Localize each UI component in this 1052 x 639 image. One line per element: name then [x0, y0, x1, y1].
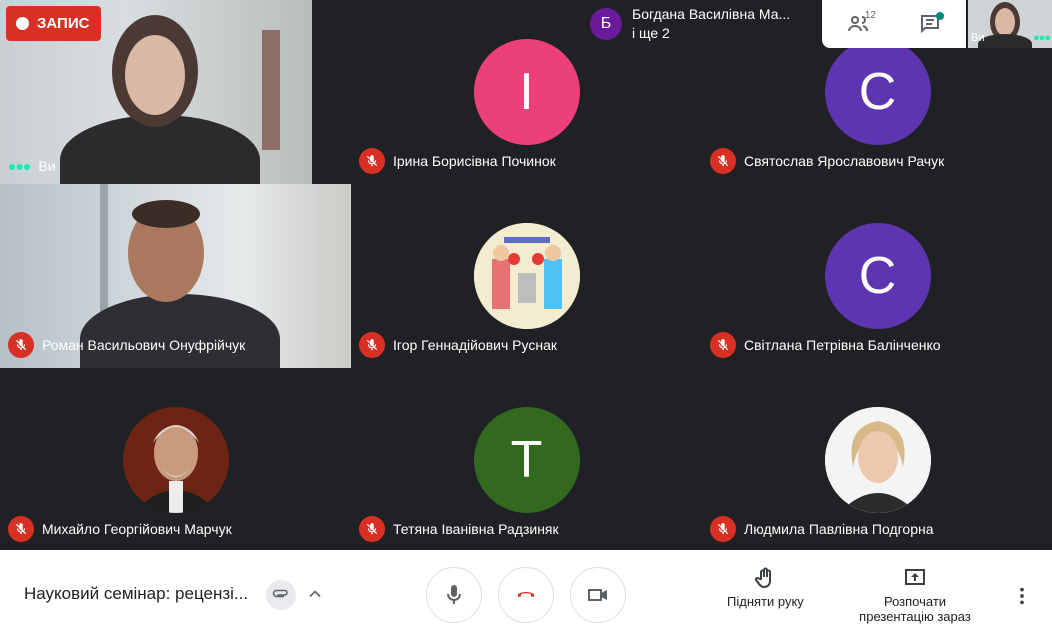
background-shelf — [262, 30, 280, 150]
recording-dot-icon — [16, 17, 29, 30]
self-name: Ви — [38, 158, 56, 174]
raise-hand-label: Підняти руку — [727, 594, 804, 609]
chevron-up-icon — [309, 590, 321, 598]
participant-namebar: Роман Васильович Онуфрійчук — [8, 332, 245, 358]
participant-name: Ігор Геннадійович Руснак — [393, 337, 557, 353]
participant-avatar — [824, 407, 931, 513]
people-count: 12 — [864, 10, 876, 21]
leave-call-button[interactable] — [498, 567, 554, 623]
participant-namebar: Святослав Ярославович Рачук — [710, 148, 944, 174]
participant-namebar: Тетяна Іванівна Радзиняк — [359, 516, 559, 542]
attachment-button[interactable] — [266, 580, 296, 610]
bottom-toolbar: Науковий семінар: рецензі... Підняти рук… — [0, 550, 1052, 639]
attachment-icon — [272, 589, 288, 598]
mic-off-icon — [359, 148, 385, 174]
camera-icon — [588, 589, 607, 601]
presenter-others: і ще 2 — [632, 25, 670, 41]
meeting-title[interactable]: Науковий семінар: рецензі... — [24, 584, 248, 604]
people-button[interactable]: 12 — [838, 4, 878, 44]
mic-off-icon — [710, 332, 736, 358]
self-video-tile[interactable]: ЗАПИС ●●● Ви — [0, 0, 312, 184]
audio-level-icon: ●●● — [1033, 32, 1051, 44]
self-person-face — [125, 35, 185, 115]
participant-avatar — [122, 407, 229, 513]
recording-label: ЗАПИС — [37, 15, 90, 32]
participant-name: Тетяна Іванівна Радзиняк — [393, 521, 559, 537]
participant-avatar: І — [473, 39, 580, 145]
microphone-button[interactable] — [426, 567, 482, 623]
more-vert-icon — [1020, 587, 1024, 605]
participant-name: Людмила Павлівна Подгорна — [744, 521, 934, 537]
participant-tile[interactable]: Михайло Георгійович Марчук — [0, 368, 351, 552]
present-screen-icon — [905, 569, 925, 585]
mic-off-icon — [710, 148, 736, 174]
participant-namebar: Михайло Георгійович Марчук — [8, 516, 232, 542]
microphone-icon — [447, 585, 461, 604]
participant-photo — [122, 407, 229, 513]
top-panel: 12 — [822, 0, 966, 48]
recording-badge: ЗАПИС — [6, 6, 102, 41]
chat-button[interactable] — [910, 4, 950, 44]
presenter-chip-text: Богдана Василівна Ма... і ще 2 — [632, 5, 790, 43]
camera-button[interactable] — [570, 567, 626, 623]
self-mini-body — [978, 34, 1032, 48]
video-grid: ЗАПИС ●●● Ви І Ірина Борисівна Починок С… — [0, 0, 1052, 552]
participant-name: Святослав Ярославович Рачук — [744, 153, 945, 169]
mic-off-icon — [359, 332, 385, 358]
hand-icon — [755, 567, 772, 589]
cartoon-avatar-image — [473, 223, 580, 329]
audio-level-icon: ●●● — [8, 158, 31, 174]
mic-off-icon — [8, 516, 34, 542]
participant-tile[interactable]: Т Тетяна Іванівна Радзиняк — [351, 368, 702, 552]
present-now-button[interactable]: Розпочати презентацію зараз — [856, 566, 974, 624]
participant-person-hair — [132, 200, 200, 228]
participant-tile[interactable]: Людмила Павлівна Подгорна — [702, 368, 1052, 552]
participant-name: Михайло Георгійович Марчук — [42, 521, 232, 537]
participant-avatar: С — [824, 39, 931, 145]
participant-namebar: Ірина Борисівна Починок — [359, 148, 556, 174]
participant-avatar — [473, 223, 580, 329]
participant-namebar: Людмила Павлівна Подгорна — [710, 516, 934, 542]
participant-avatar: С — [824, 223, 931, 329]
meeting-details-toggle[interactable] — [302, 581, 328, 607]
mic-off-icon — [710, 516, 736, 542]
participant-video-tile[interactable]: Роман Васильович Онуфрійчук — [0, 184, 351, 368]
mic-off-icon — [359, 516, 385, 542]
participant-namebar: Світлана Петрівна Балінченко — [710, 332, 941, 358]
self-preview[interactable]: Ви ●●● — [968, 0, 1052, 48]
participant-avatar: Т — [473, 407, 580, 513]
participant-name: Світлана Петрівна Балінченко — [744, 337, 941, 353]
participant-name: Ірина Борисівна Починок — [393, 153, 556, 169]
participant-name: Роман Васильович Онуфрійчук — [42, 337, 246, 353]
participant-tile[interactable]: Ігор Геннадійович Руснак — [351, 184, 702, 368]
present-label-line1: Розпочати — [883, 594, 947, 609]
mic-off-icon — [8, 332, 34, 358]
raise-hand-button[interactable]: Підняти руку — [727, 566, 804, 609]
present-label-line2: презентацію зараз — [859, 609, 971, 624]
participant-photo — [824, 407, 931, 513]
hang-up-icon — [518, 592, 534, 597]
presenter-chip[interactable]: Б Богдана Василівна Ма... і ще 2 — [582, 0, 822, 48]
self-mini-face — [995, 8, 1015, 36]
participant-tile[interactable]: С Світлана Петрівна Балінченко — [702, 184, 1052, 368]
participant-namebar: Ігор Геннадійович Руснак — [359, 332, 557, 358]
self-namebar: ●●● Ви — [8, 158, 56, 174]
presenter-name: Богдана Василівна Ма... — [632, 6, 791, 22]
more-options-button[interactable] — [1010, 584, 1034, 608]
self-mini-label: Ви — [971, 32, 985, 44]
chat-unread-dot — [936, 12, 944, 20]
presenter-avatar: Б — [590, 8, 622, 40]
